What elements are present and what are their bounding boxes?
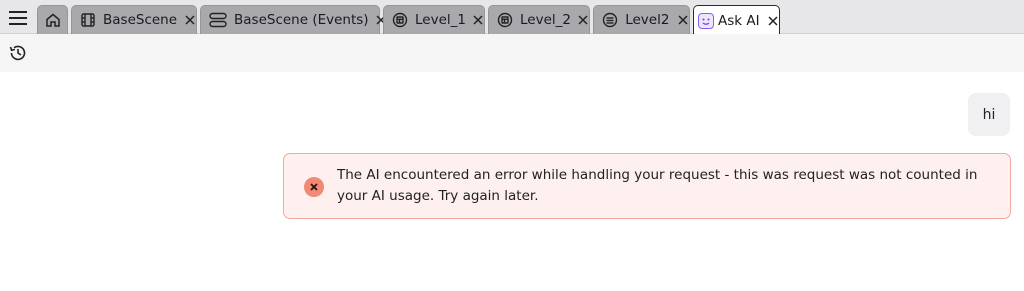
user-message-bubble: hi (968, 93, 1010, 136)
tab-level-2[interactable]: Level_2 (488, 5, 590, 34)
tab-basescene-events[interactable]: BaseScene (Events) (200, 5, 386, 34)
ai-error-message: The AI encountered an error while handli… (283, 153, 1011, 219)
chat-history-button[interactable] (7, 42, 29, 64)
layout-icon (497, 11, 513, 29)
tab-label: Level2 (625, 12, 670, 28)
close-icon[interactable] (676, 13, 689, 27)
tab-label: Level_1 (415, 12, 466, 28)
close-icon[interactable] (767, 14, 779, 28)
home-icon (45, 13, 60, 27)
tab-home[interactable] (37, 5, 68, 34)
tab-ask-ai[interactable]: Ask AI (693, 5, 780, 35)
hamburger-menu-icon (9, 11, 27, 25)
chat-area: hi The AI encountered an error while han… (0, 72, 1024, 291)
layout-icon (392, 11, 408, 29)
close-icon[interactable] (184, 13, 196, 27)
tab-level-1[interactable]: Level_1 (383, 5, 485, 34)
user-message-text: hi (982, 106, 996, 123)
layers-icon (602, 11, 618, 29)
close-icon[interactable] (578, 13, 589, 27)
tab-label: Level_2 (520, 12, 571, 28)
tab-basescene[interactable]: BaseScene (71, 5, 197, 34)
tab-label: BaseScene (103, 12, 178, 28)
tab-label: BaseScene (Events) (234, 12, 369, 28)
error-message-text: The AI encountered an error while handli… (337, 167, 978, 204)
error-icon (304, 177, 324, 197)
tab-level2[interactable]: Level2 (593, 5, 690, 34)
tab-label: Ask AI (718, 12, 760, 29)
close-icon[interactable] (473, 13, 484, 27)
ask-ai-toolbar (0, 34, 1024, 72)
events-icon (209, 11, 227, 29)
hamburger-menu-button[interactable] (4, 6, 32, 30)
history-clock-icon (9, 45, 26, 61)
ask-ai-icon (698, 12, 714, 30)
tab-bar: BaseScene BaseScene (Events) Level_1 Lev… (0, 0, 1024, 35)
film-scene-icon (80, 11, 96, 29)
